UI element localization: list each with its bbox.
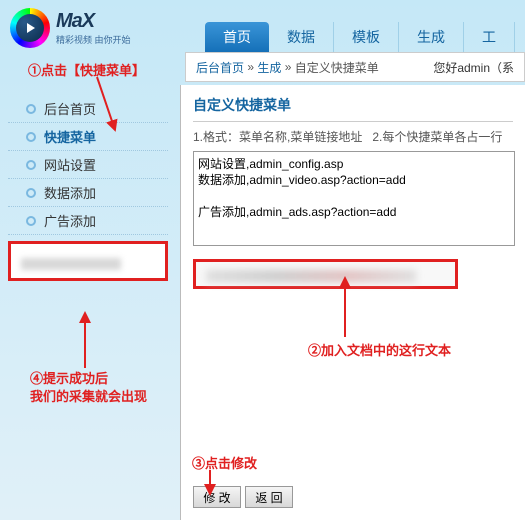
shortcut-textarea[interactable] [193, 151, 515, 246]
sidebar-redacted-item[interactable] [8, 241, 168, 281]
sidebar: 后台首页 快捷菜单 网站设置 数据添加 广告添加 [8, 95, 168, 281]
logo-brand: MaX [56, 10, 131, 33]
greeting: 您好admin（系 [433, 59, 514, 76]
arrow-4-icon [75, 310, 95, 375]
arrow-1-icon [95, 75, 135, 140]
sidebar-item-home[interactable]: 后台首页 [8, 95, 168, 123]
page-title: 自定义快捷菜单 [193, 95, 513, 122]
sidebar-item-adsadd[interactable]: 广告添加 [8, 207, 168, 235]
crumb-generate[interactable]: 生成 [257, 59, 281, 76]
annotation-4: ④提示成功后我们的采集就会出现 [30, 370, 147, 406]
redacted-line [193, 259, 458, 289]
tab-home[interactable]: 首页 [205, 22, 269, 52]
logo-icon [10, 8, 50, 48]
back-button[interactable]: 返 回 [245, 486, 293, 508]
crumb-current: 自定义快捷菜单 [295, 59, 379, 76]
tab-generate[interactable]: 生成 [399, 22, 464, 52]
sidebar-item-dataadd[interactable]: 数据添加 [8, 179, 168, 207]
breadcrumb: 后台首页 » 生成 » 自定义快捷菜单 您好admin（系 [185, 52, 525, 82]
tab-tools[interactable]: 工 [464, 22, 515, 52]
top-nav: 首页 数据 模板 生成 工 [205, 22, 515, 52]
logo-slogan: 精彩视频 由你开始 [56, 33, 131, 46]
crumb-home[interactable]: 后台首页 [196, 59, 244, 76]
sidebar-item-siteconfig[interactable]: 网站设置 [8, 151, 168, 179]
arrow-2-icon [330, 275, 360, 345]
format-hint: 1.格式：菜单名称,菜单链接地址 2.每个快捷菜单各占一行 [193, 128, 513, 145]
arrow-3-icon [200, 468, 220, 503]
tab-template[interactable]: 模板 [334, 22, 399, 52]
logo: MaX 精彩视频 由你开始 [10, 8, 131, 48]
tab-data[interactable]: 数据 [269, 22, 334, 52]
sidebar-item-shortcut[interactable]: 快捷菜单 [8, 123, 168, 151]
